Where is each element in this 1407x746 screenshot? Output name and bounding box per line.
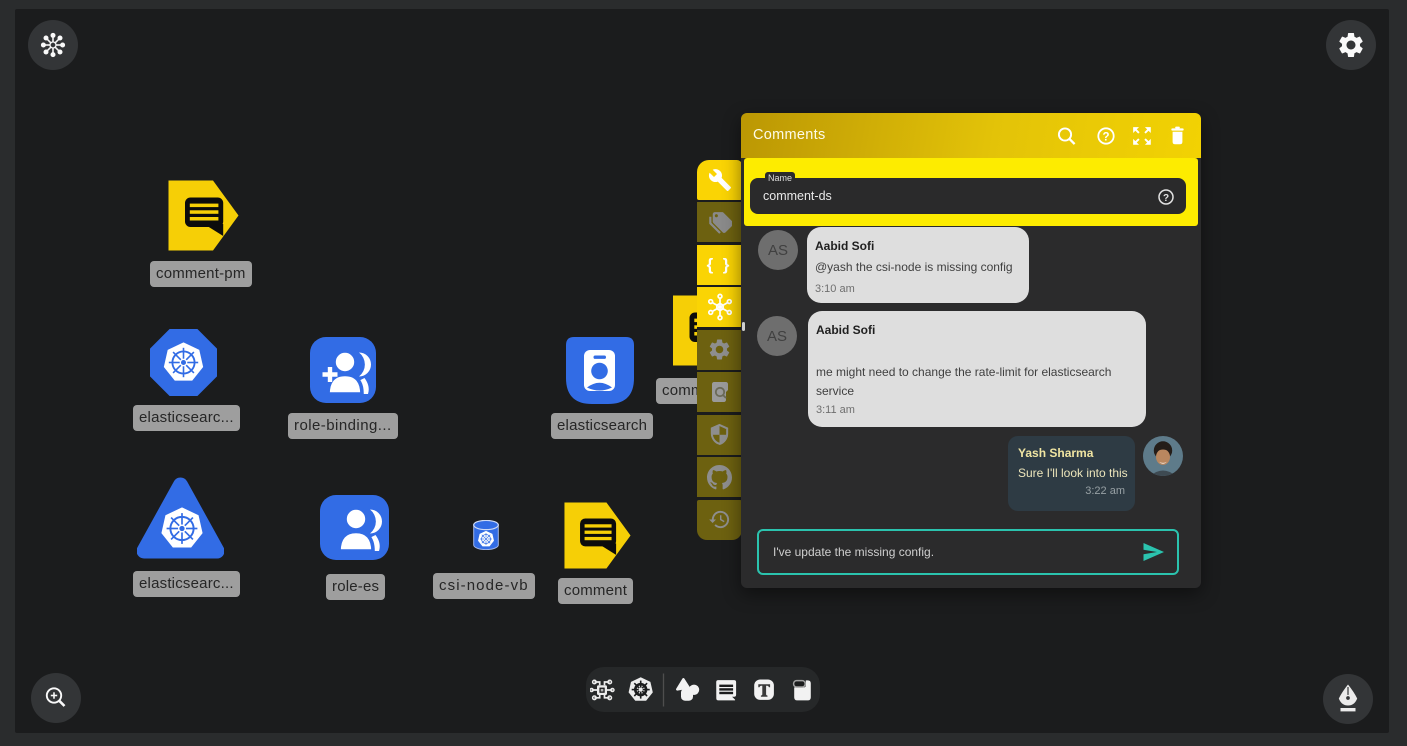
svg-text:?: ? [1163,193,1169,204]
svg-text:?: ? [1102,132,1109,144]
